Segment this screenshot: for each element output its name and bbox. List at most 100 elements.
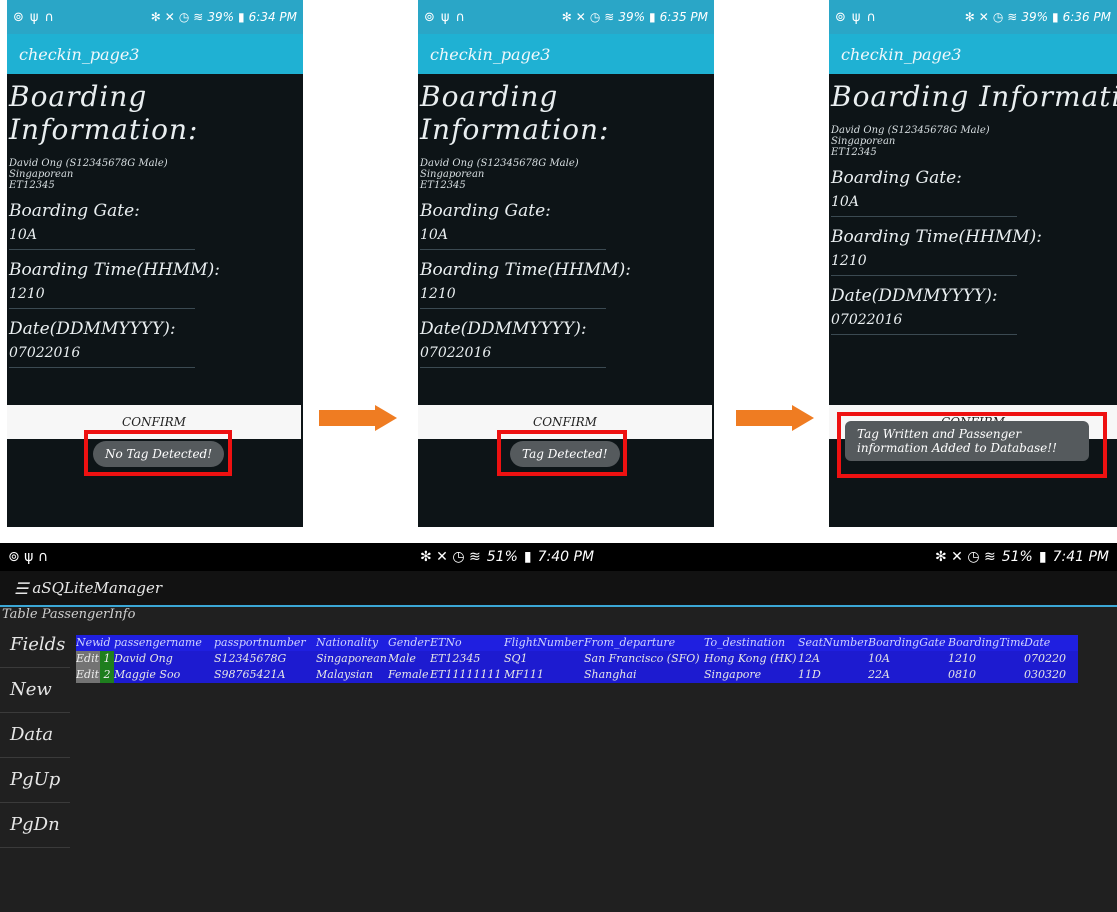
alarm-icon: ◷	[178, 10, 190, 24]
cell: ET11111111	[430, 668, 502, 681]
gate-label: Boarding Gate:	[420, 201, 551, 221]
battery-level: 39%	[207, 10, 235, 24]
table-title: Table PassengerInfo	[2, 607, 136, 622]
column-header: Gender	[388, 636, 430, 649]
cell: 070220	[1024, 652, 1066, 665]
table-header-row: New id passengername passportnumber Nati…	[76, 635, 1078, 651]
headset-icon: ∩	[44, 9, 54, 25]
gate-label: Boarding Gate:	[9, 201, 140, 221]
column-header: passengername	[114, 636, 202, 649]
app-header: ☰ aSQLiteManager	[0, 571, 1117, 607]
gate-field[interactable]: 10A	[831, 194, 1017, 217]
status-icons: ✻ ✕ ◷ ≋	[420, 549, 481, 565]
column-header: Nationality	[316, 636, 379, 649]
mute-icon: ✕	[575, 10, 586, 24]
battery-icon: ▮	[523, 549, 532, 565]
column-header: ETNo	[430, 636, 462, 649]
date-label: Date(DDMMYYYY):	[9, 319, 176, 339]
status-icons: ✻ ✕ ◷ ≋	[934, 549, 996, 565]
battery-icon: ▮	[238, 10, 245, 24]
cell: Malaysian	[316, 668, 373, 681]
clock: 6:34 PM	[248, 10, 297, 24]
mute-icon: ✕	[164, 10, 175, 24]
status-bar: ⊚ ψ ∩ ✻ ✕ ◷ ≋ 51% ▮ 7:40 PM ✻ ✕ ◷ ≋ 51% ▮ 7:41…	[0, 543, 1117, 571]
sync-icon: ⊚	[13, 9, 24, 25]
cell: David Ong	[114, 652, 173, 665]
battery-level: 39%	[618, 10, 646, 24]
battery-level: 51%	[1001, 549, 1033, 565]
bluetooth-icon: ✻	[964, 10, 975, 24]
page-up-button[interactable]: PgUp	[0, 758, 70, 803]
date-field[interactable]: 07022016	[831, 312, 1017, 335]
boarding-time-label: Boarding Time(HHMM):	[420, 260, 631, 280]
column-header: FlightNumber	[504, 636, 584, 649]
usb-icon: ψ	[440, 9, 450, 25]
wifi-icon: ≋	[604, 10, 615, 24]
side-menu: Fields New Data PgUp PgDn	[0, 623, 70, 848]
column-header[interactable]: New	[76, 635, 100, 651]
status-icons-left: ⊚ ψ ∩	[8, 549, 49, 565]
battery-icon: ▮	[1052, 10, 1059, 24]
column-header: SeatNumber	[798, 636, 868, 649]
clock-right: 7:41 PM	[1052, 549, 1109, 565]
gate-field[interactable]: 10A	[9, 227, 195, 250]
cell: Female	[388, 668, 429, 681]
boarding-time-field[interactable]: 1210	[831, 253, 1017, 276]
et-number-line: ET12345	[831, 147, 877, 158]
status-bar: ⊚ ψ ∩ ✻ ✕ ◷ ≋ 39% ▮ 6:34 PM	[7, 0, 303, 34]
clock: 6:36 PM	[1062, 10, 1111, 24]
column-header: passportnumber	[214, 636, 306, 649]
gate-field[interactable]: 10A	[420, 227, 606, 250]
cell: San Francisco (SFO)	[584, 652, 700, 665]
page-down-button[interactable]: PgDn	[0, 803, 70, 848]
database-icon: ☰	[14, 578, 29, 598]
app-title: checkin_page3	[7, 34, 303, 74]
date-label: Date(DDMMYYYY):	[831, 286, 998, 306]
boarding-time-field[interactable]: 1210	[420, 286, 606, 309]
edit-button[interactable]: Edit	[76, 651, 100, 667]
new-button[interactable]: New	[0, 668, 70, 713]
mute-icon: ✕	[978, 10, 989, 24]
cell: 0810	[948, 668, 976, 681]
nationality-line: Singaporean	[9, 169, 74, 180]
cell: Male	[388, 652, 416, 665]
nationality-line: Singaporean	[420, 169, 485, 180]
fields-button[interactable]: Fields	[0, 623, 70, 668]
passenger-name-line: David Ong (S12345678G Male)	[9, 158, 168, 169]
column-header: To_destination	[704, 636, 786, 649]
usb-icon: ψ	[851, 9, 861, 25]
passenger-name-line: David Ong (S12345678G Male)	[831, 125, 990, 136]
arrow-icon	[736, 405, 816, 431]
wifi-icon: ≋	[1007, 10, 1018, 24]
date-field[interactable]: 07022016	[9, 345, 195, 368]
headset-icon: ∩	[455, 9, 465, 25]
data-button[interactable]: Data	[0, 713, 70, 758]
cell: Singapore	[704, 668, 762, 681]
highlight-box	[497, 430, 627, 476]
date-field[interactable]: 07022016	[420, 345, 606, 368]
arrow-icon	[319, 405, 399, 431]
battery-level: 39%	[1021, 10, 1049, 24]
battery-icon: ▮	[649, 10, 656, 24]
cell: SQ1	[504, 652, 528, 665]
column-header: Date	[1024, 636, 1051, 649]
row-id: 1	[100, 651, 114, 667]
row-id: 2	[100, 667, 114, 683]
status-bar: ⊚ ψ ∩ ✻ ✕ ◷ ≋ 39% ▮ 6:35 PM	[418, 0, 714, 34]
alarm-icon: ◷	[992, 10, 1004, 24]
battery-icon: ▮	[1038, 549, 1047, 565]
boarding-time-field[interactable]: 1210	[9, 286, 195, 309]
wifi-icon: ≋	[193, 10, 204, 24]
highlight-box	[837, 412, 1107, 478]
nationality-line: Singaporean	[831, 136, 896, 147]
usb-icon: ψ	[29, 9, 39, 25]
app-title: checkin_page3	[418, 34, 714, 74]
status-bar: ⊚ ψ ∩ ✻ ✕ ◷ ≋ 39% ▮ 6:36 PM	[829, 0, 1117, 34]
cell: Shanghai	[584, 668, 637, 681]
gate-label: Boarding Gate:	[831, 168, 962, 188]
battery-level: 51%	[486, 549, 518, 565]
cell: Hong Kong (HK)	[704, 652, 797, 665]
cell: Maggie Soo	[114, 668, 181, 681]
column-header: BoardingTime	[948, 636, 1024, 649]
edit-button[interactable]: Edit	[76, 667, 100, 683]
